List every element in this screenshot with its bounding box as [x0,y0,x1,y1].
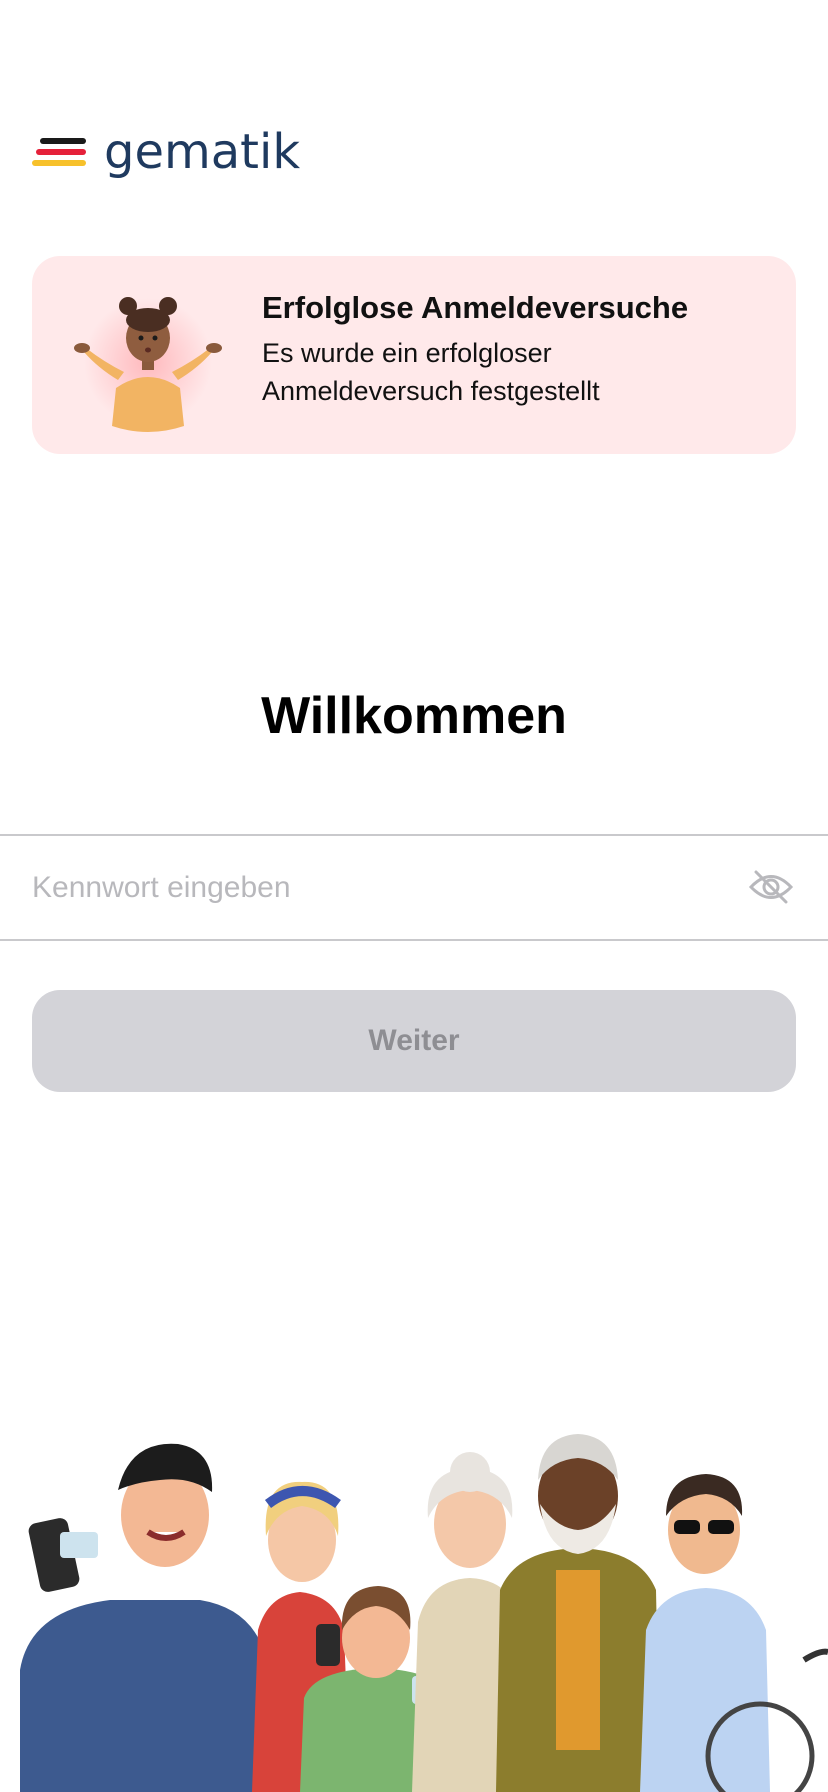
login-screen: gematik Erfolglose Anmeldeversuche Es wu… [0,0,828,1792]
logo-wordmark: gematik [104,124,301,180]
alert-title: Erfolglose Anmeldeversuche [262,290,689,325]
welcome-heading: Willkommen [261,687,567,745]
people-group-illustration [20,1434,828,1792]
alert-message-line-2: Anmeldeversuch festgestellt [262,376,600,406]
continue-button[interactable]: Weiter [32,990,796,1092]
gematik-logo: gematik [32,122,300,182]
password-field-row [0,834,828,941]
shrugging-girl-illustration [74,297,222,432]
alert-message-line-1: Es wurde ein erfolgloser [262,338,552,368]
eye-slash-icon[interactable] [748,868,794,906]
flag-stripes-icon [32,138,86,166]
password-input[interactable] [32,836,732,939]
